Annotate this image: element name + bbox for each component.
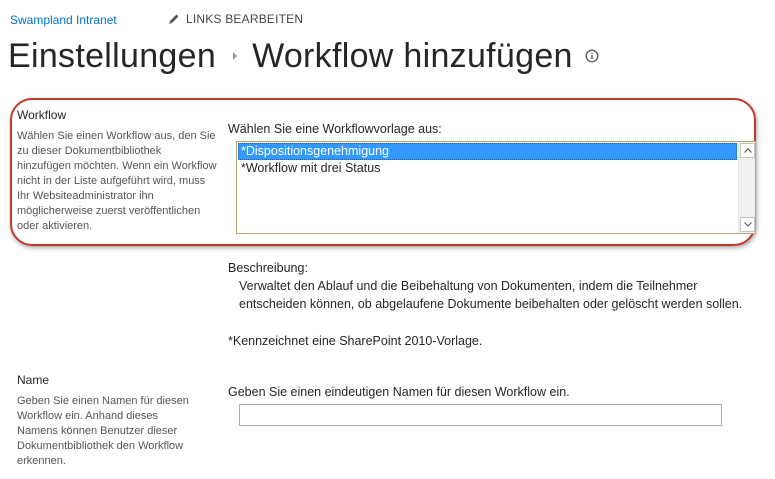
template-description-text: Verwaltet den Ablauf und die Beibehaltun… <box>239 279 743 311</box>
workflow-template-listbox[interactable]: *Dispositionsgenehmigung *Workflow mit d… <box>236 141 756 234</box>
scroll-down-button[interactable] <box>740 217 755 232</box>
workflow-name-input[interactable] <box>239 404 722 426</box>
chevron-up-icon <box>743 148 752 153</box>
edit-links-button[interactable]: LINKS BEARBEITEN <box>168 12 303 26</box>
name-field-label: Geben Sie einen eindeutigen Namen für di… <box>228 385 570 399</box>
chevron-down-icon <box>743 222 752 227</box>
listbox-scrollbar[interactable] <box>738 142 755 233</box>
pencil-icon <box>169 14 179 24</box>
template-option-drei-status[interactable]: *Workflow mit drei Status <box>238 160 737 177</box>
name-section-description: Geben Sie einen Namen für diesen Workflo… <box>17 395 189 467</box>
chevron-right-icon <box>232 51 238 61</box>
page-title: Einstellungen Workflow hinzufügen <box>8 34 599 78</box>
sharepoint-2010-note: *Kennzeichnet eine SharePoint 2010-Vorla… <box>228 334 483 348</box>
info-icon[interactable] <box>585 49 599 63</box>
name-section-title: Name <box>17 373 50 387</box>
workflow-section-description: Wählen Sie einen Workflow aus, den Sie z… <box>17 130 217 232</box>
workflow-section-title: Workflow <box>17 108 67 122</box>
scroll-up-button[interactable] <box>740 143 755 158</box>
template-option-dispositionsgenehmigung[interactable]: *Dispositionsgenehmigung <box>238 143 737 160</box>
breadcrumb-current: Workflow hinzufügen <box>252 36 573 75</box>
site-name-link[interactable]: Swampland Intranet <box>10 13 117 27</box>
listbox-items: *Dispositionsgenehmigung *Workflow mit d… <box>238 143 737 232</box>
edit-links-label: LINKS BEARBEITEN <box>186 12 304 26</box>
breadcrumb-parent-link[interactable]: Einstellungen <box>8 37 216 76</box>
description-label: Beschreibung: <box>228 261 308 275</box>
template-field-label: Wählen Sie eine Workflowvorlage aus: <box>228 122 442 136</box>
